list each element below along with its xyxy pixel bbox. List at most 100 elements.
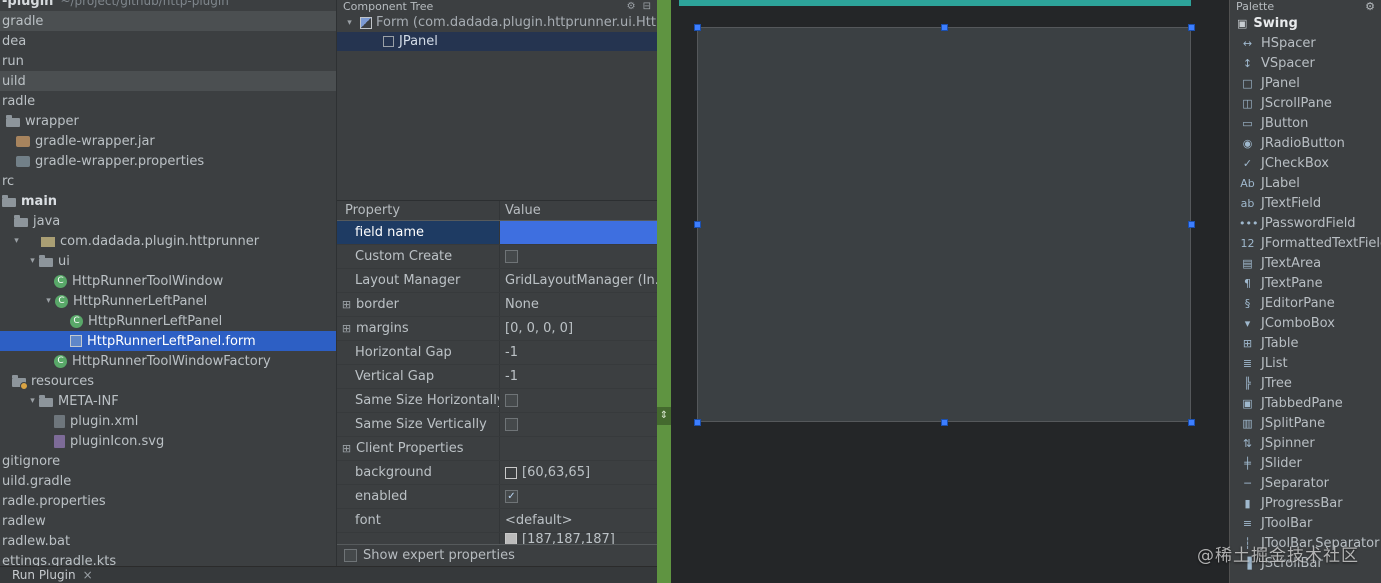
project-tree-item[interactable]: run bbox=[0, 51, 336, 71]
palette-item-jradiobutton[interactable]: ◉ JRadioButton bbox=[1230, 133, 1381, 153]
property-row[interactable]: field name bbox=[337, 221, 657, 245]
palette-item-vspacer[interactable]: ↕ VSpacer bbox=[1230, 53, 1381, 73]
palette-item-jprogressbar[interactable]: ▮ JProgressBar bbox=[1230, 493, 1381, 513]
project-tree-item[interactable]: uild.gradle bbox=[0, 471, 336, 491]
selection-handle[interactable] bbox=[694, 419, 701, 426]
property-row[interactable]: enabled ✓ bbox=[337, 485, 657, 509]
palette-item-jtable[interactable]: ⊞ JTable bbox=[1230, 333, 1381, 353]
expand-icon[interactable]: ⊞ bbox=[340, 298, 353, 311]
palette-item-jtoolbar[interactable]: ≡ JToolBar bbox=[1230, 513, 1381, 533]
property-row[interactable]: Custom Create bbox=[337, 245, 657, 269]
show-expert-properties-checkbox[interactable] bbox=[344, 549, 357, 562]
palette-item-jslider[interactable]: ╪ JSlider bbox=[1230, 453, 1381, 473]
component-tree-item[interactable]: ▾ Form (com.dadada.plugin.httprunner.ui.H… bbox=[337, 13, 657, 32]
palette-item-jscrollpane[interactable]: ◫ JScrollPane bbox=[1230, 93, 1381, 113]
color-swatch[interactable] bbox=[505, 533, 517, 544]
palette-item-jtree[interactable]: ╠ JTree bbox=[1230, 373, 1381, 393]
selection-handle[interactable] bbox=[1188, 221, 1195, 228]
property-row[interactable]: ⊞ margins [0, 0, 0, 0] bbox=[337, 317, 657, 341]
property-row[interactable]: Layout Manager GridLayoutManager (In... bbox=[337, 269, 657, 293]
property-row[interactable]: ⊞ border None bbox=[337, 293, 657, 317]
palette-item-jcombobox[interactable]: ▾ JComboBox bbox=[1230, 313, 1381, 333]
project-tree-item[interactable]: C HttpRunnerToolWindowFactory bbox=[0, 351, 336, 371]
splitter-handle-icon[interactable] bbox=[657, 407, 671, 425]
project-tree-item[interactable]: ▾ META-INF bbox=[0, 391, 336, 411]
design-surface[interactable] bbox=[657, 0, 1229, 583]
property-row[interactable]: Same Size Vertically bbox=[337, 413, 657, 437]
project-tree-item[interactable]: gradle-wrapper.properties bbox=[0, 151, 336, 171]
project-tree-item[interactable]: plugin.xml bbox=[0, 411, 336, 431]
project-tree-item[interactable]: C HttpRunnerToolWindow bbox=[0, 271, 336, 291]
project-tree-item[interactable]: ▾ ui bbox=[0, 251, 336, 271]
project-tree-item[interactable]: gradle-wrapper.jar bbox=[0, 131, 336, 151]
property-value: GridLayoutManager (In... bbox=[505, 273, 657, 288]
palette-item-jpasswordfield[interactable]: ••• JPasswordField bbox=[1230, 213, 1381, 233]
project-tree-item[interactable]: ettings.gradle.kts bbox=[0, 551, 336, 567]
project-tree-item[interactable]: wrapper bbox=[0, 111, 336, 131]
palette-item-jseparator[interactable]: ─ JSeparator bbox=[1230, 473, 1381, 493]
close-icon[interactable] bbox=[83, 568, 93, 582]
palette-item-jsplitpane[interactable]: ▥ JSplitPane bbox=[1230, 413, 1381, 433]
palette-item-jtextarea[interactable]: ▤ JTextArea bbox=[1230, 253, 1381, 273]
project-tree-item[interactable]: resources bbox=[0, 371, 336, 391]
property-row[interactable]: background [60,63,65] bbox=[337, 461, 657, 485]
palette-item-jlabel[interactable]: Ab JLabel bbox=[1230, 173, 1381, 193]
project-tree-item[interactable]: dea bbox=[0, 31, 336, 51]
hide-panel-icon[interactable] bbox=[643, 1, 651, 12]
palette-item-jeditorpane[interactable]: § JEditorPane bbox=[1230, 293, 1381, 313]
checkbox[interactable] bbox=[505, 394, 518, 407]
property-row[interactable]: Same Size Horizontally bbox=[337, 389, 657, 413]
project-tree-item[interactable]: uild bbox=[0, 71, 336, 91]
palette-group-swing[interactable]: Swing bbox=[1230, 13, 1381, 33]
project-tree-item[interactable]: main bbox=[0, 191, 336, 211]
selection-handle[interactable] bbox=[941, 24, 948, 31]
selection-handle[interactable] bbox=[694, 24, 701, 31]
project-tree-item[interactable]: gradle bbox=[0, 11, 336, 31]
palette-item-jformattedtextfield[interactable]: 12 JFormattedTextField bbox=[1230, 233, 1381, 253]
property-row[interactable]: ⊞ Client Properties bbox=[337, 437, 657, 461]
selection-handle[interactable] bbox=[1188, 24, 1195, 31]
designed-jpanel[interactable] bbox=[697, 27, 1191, 422]
project-tree-item[interactable]: radlew.bat bbox=[0, 531, 336, 551]
project-tree-item[interactable]: radlew bbox=[0, 511, 336, 531]
component-tree-item[interactable]: JPanel bbox=[337, 32, 657, 51]
palette-item-jcheckbox[interactable]: ✓ JCheckBox bbox=[1230, 153, 1381, 173]
project-tree-item[interactable]: radle bbox=[0, 91, 336, 111]
palette-item-jtextpane[interactable]: ¶ JTextPane bbox=[1230, 273, 1381, 293]
property-row[interactable]: Horizontal Gap -1 bbox=[337, 341, 657, 365]
project-tree-item[interactable]: gitignore bbox=[0, 451, 336, 471]
settings-gear-icon[interactable] bbox=[627, 1, 636, 12]
project-tree-item[interactable]: C HttpRunnerLeftPanel bbox=[0, 311, 336, 331]
property-value-cell: -1 bbox=[500, 365, 657, 388]
run-plugin-tab[interactable]: Run Plugin bbox=[12, 568, 93, 582]
selection-handle[interactable] bbox=[941, 419, 948, 426]
expand-icon[interactable]: ⊞ bbox=[340, 322, 353, 335]
selection-handle[interactable] bbox=[694, 221, 701, 228]
property-row[interactable]: Vertical Gap -1 bbox=[337, 365, 657, 389]
project-tree-item[interactable]: java bbox=[0, 211, 336, 231]
project-tree-item[interactable]: ▾ C HttpRunnerLeftPanel bbox=[0, 291, 336, 311]
palette-gear-icon[interactable] bbox=[1365, 0, 1375, 13]
selection-handle[interactable] bbox=[1188, 419, 1195, 426]
project-tree-item[interactable]: HttpRunnerLeftPanel.form bbox=[0, 331, 336, 351]
project-tree-item[interactable]: rc bbox=[0, 171, 336, 191]
property-row[interactable]: [187,187,187] bbox=[337, 533, 657, 544]
palette-item-jspinner[interactable]: ⇅ JSpinner bbox=[1230, 433, 1381, 453]
palette-item-jpanel[interactable]: □ JPanel bbox=[1230, 73, 1381, 93]
project-tree-item[interactable]: pluginIcon.svg bbox=[0, 431, 336, 451]
project-root-item[interactable]: -plugin ~/project/github/http-plugin bbox=[0, 0, 336, 11]
property-row[interactable]: font <default> bbox=[337, 509, 657, 533]
palette-item-hspacer[interactable]: ↔ HSpacer bbox=[1230, 33, 1381, 53]
palette-item-jlist[interactable]: ≣ JList bbox=[1230, 353, 1381, 373]
project-tree-item[interactable]: ▾ com.dadada.plugin.httprunner bbox=[0, 231, 336, 251]
checkbox[interactable] bbox=[505, 418, 518, 431]
checkbox[interactable] bbox=[505, 250, 518, 263]
color-swatch[interactable] bbox=[505, 466, 517, 479]
palette-item-jbutton[interactable]: ▭ JButton bbox=[1230, 113, 1381, 133]
palette-item-jtabbedpane[interactable]: ▣ JTabbedPane bbox=[1230, 393, 1381, 413]
checkbox[interactable]: ✓ bbox=[505, 490, 518, 503]
property-value-editor[interactable] bbox=[500, 221, 657, 244]
expand-icon[interactable]: ⊞ bbox=[340, 442, 353, 455]
palette-item-jtextfield[interactable]: ab JTextField bbox=[1230, 193, 1381, 213]
project-tree-item[interactable]: radle.properties bbox=[0, 491, 336, 511]
